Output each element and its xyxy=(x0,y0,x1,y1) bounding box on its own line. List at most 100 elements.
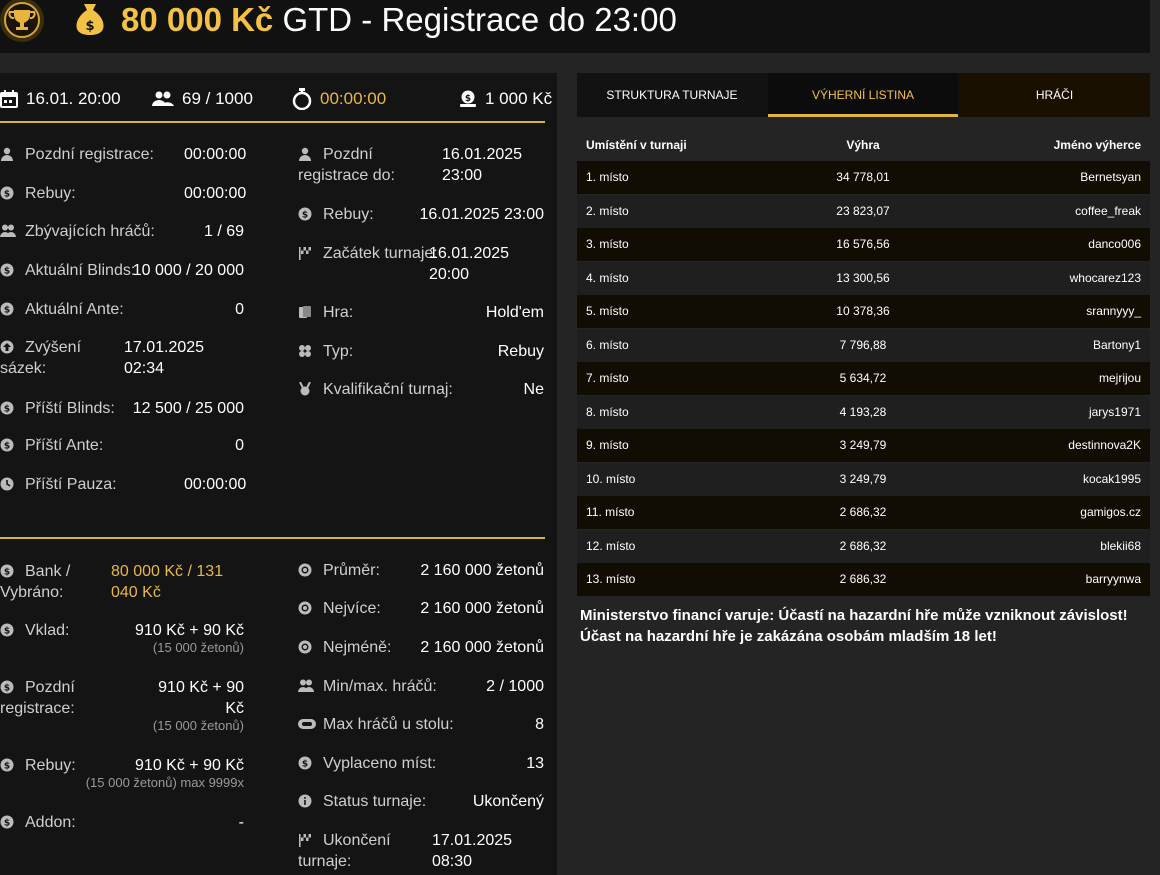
stat-label: Bank / Vybráno: xyxy=(0,563,71,601)
stat-value: 2 160 000 žetonů xyxy=(420,562,544,579)
stopwatch-icon xyxy=(292,88,312,110)
placement: 2. místo xyxy=(586,203,629,218)
start-date: 16.01. 20:00 xyxy=(0,89,121,109)
prize: 2 686,32 xyxy=(839,538,887,553)
stat-label: Příští Ante: xyxy=(25,437,104,454)
stat-value: 0 xyxy=(235,437,244,454)
tab-players[interactable]: HRÁČI xyxy=(959,73,1150,117)
winner-name: blekii68 xyxy=(1100,538,1141,553)
winner-name: barryynwa xyxy=(1085,572,1141,586)
prize: 2 686,32 xyxy=(839,505,887,519)
stat-value: 910 Kč + 90 Kč xyxy=(158,679,244,717)
winner-name: mejrijou xyxy=(1098,371,1141,385)
stat-label: Pozdní registrace do: xyxy=(298,146,395,184)
countdown-timer: 00:00:00 xyxy=(292,88,386,110)
players-count: 69 / 1000 xyxy=(152,89,253,109)
stat-label: Typ: xyxy=(323,343,354,360)
stat-label: Status turnaje: xyxy=(323,793,427,810)
stat-value: Ukončený xyxy=(472,793,544,810)
stat-subvalue: (15 000 žetonů) max 9999x xyxy=(85,775,244,790)
prize: 13 300,56 xyxy=(836,270,890,285)
divider xyxy=(0,537,545,539)
stat-value: 10 000 / 20 000 xyxy=(132,262,244,279)
winner-name: danco006 xyxy=(1088,237,1141,251)
stat-value: Rebuy xyxy=(497,343,544,360)
stat-value: Ne xyxy=(523,381,544,398)
stat-value: 80 000 Kč / 131 040 Kč xyxy=(111,563,224,601)
placement: 7. místo xyxy=(586,371,629,385)
stat-label: Příští Pauza: xyxy=(25,476,117,493)
winner-name: coffee_freak xyxy=(1075,203,1141,218)
svg-text:$: $ xyxy=(465,94,471,104)
table-row: 6. místo 7 796,88 Bartony1 xyxy=(577,328,1150,362)
stat-value: 1 / 69 xyxy=(203,223,244,240)
table-row: 4. místo 13 300,56 whocarez123 xyxy=(577,261,1150,295)
stat-value: 00:00:00 xyxy=(184,146,247,163)
prize: 23 823,07 xyxy=(836,203,890,218)
placement: 3. místo xyxy=(586,237,629,251)
tab-bar: STRUKTURA TURNAJE VÝHERNÍ LISTINA HRÁČI xyxy=(577,73,1150,117)
stat-label: Zvýšení sázek: xyxy=(0,339,82,377)
stat-label: Zbývajících hráčů: xyxy=(25,223,155,240)
winner-name: whocarez123 xyxy=(1069,270,1141,285)
stat-subvalue: (15 000 žetonů) xyxy=(152,640,244,655)
placement: 1. místo xyxy=(586,170,629,184)
page-title: 80 000 Kč GTD - Registrace do 23:00 xyxy=(121,0,677,40)
tournament-name: GTD - Registrace do 23:00 xyxy=(282,1,677,38)
tab-winner-list[interactable]: VÝHERNÍ LISTINA xyxy=(768,73,958,117)
stat-label: Vyplaceno míst: xyxy=(323,755,437,772)
stat-label: Rebuy: xyxy=(25,185,76,202)
prize: 16 576,56 xyxy=(836,237,890,251)
prize: 4 193,28 xyxy=(839,404,887,419)
svg-text:$: $ xyxy=(85,19,94,34)
tab-tournament-structure[interactable]: STRUKTURA TURNAJE xyxy=(577,73,767,117)
stat-value: 2 160 000 žetonů xyxy=(420,600,544,617)
table-row: 8. místo 4 193,28 jarys1971 xyxy=(577,395,1150,429)
users-icon xyxy=(152,91,174,106)
table-row: 7. místo 5 634,72 mejrijou xyxy=(577,362,1150,395)
trophy-logo-icon xyxy=(0,0,48,44)
stat-value: 00:00:00 xyxy=(184,185,247,202)
stat-value: 0 xyxy=(235,301,244,318)
prize-amount: 80 000 Kč xyxy=(121,1,274,38)
stat-value: 2 / 1000 xyxy=(486,678,544,695)
stat-label: Pozdní registrace: xyxy=(25,146,154,163)
table-row: 11. místo 2 686,32 gamigos.cz xyxy=(577,496,1150,529)
winner-name: Bartony1 xyxy=(1092,337,1141,352)
stat-label: Hra: xyxy=(323,304,354,321)
table-row: 10. místo 3 249,79 kocak1995 xyxy=(577,462,1150,496)
stat-label: Min/max. hráčů: xyxy=(323,678,437,695)
table-row: 3. místo 16 576,56 danco006 xyxy=(577,228,1150,261)
stat-label: Aktuální Ante: xyxy=(25,301,124,318)
winner-name: jarys1971 xyxy=(1088,404,1141,419)
stat-value: - xyxy=(238,814,244,831)
stat-label: Začátek turnaje: xyxy=(323,245,438,262)
winner-name: kocak1995 xyxy=(1082,471,1141,486)
stat-value: 12 500 / 25 000 xyxy=(132,400,244,417)
prize: 10 378,36 xyxy=(836,304,890,318)
table-row: 5. místo 10 378,36 srannyyy_ xyxy=(577,295,1150,328)
prize: 7 796,88 xyxy=(839,337,887,352)
placement: 11. místo xyxy=(586,505,635,519)
stat-label: Rebuy: xyxy=(25,757,76,774)
stat-value: Hold'em xyxy=(485,304,544,321)
table-row: 13. místo 2 686,32 barryynwa xyxy=(577,563,1150,596)
stat-label: Max hráčů u stolu: xyxy=(323,716,454,733)
placement: 5. místo xyxy=(586,304,629,318)
stat-value: 8 xyxy=(535,716,544,733)
prize: 34 778,01 xyxy=(836,170,890,184)
prize: 5 634,72 xyxy=(839,371,887,385)
winner-name: destinnova2K xyxy=(1068,438,1141,452)
stat-label: Ukončení turnaje: xyxy=(298,832,391,870)
placement: 8. místo xyxy=(586,404,629,419)
stat-value: 16.01.2025 23:00 xyxy=(419,206,544,223)
stat-value: 910 Kč + 90 Kč xyxy=(135,622,244,639)
winner-name: Bernetsyan xyxy=(1080,170,1141,184)
stat-value: 17.01.2025 02:34 xyxy=(124,339,205,377)
prize: 3 249,79 xyxy=(839,471,887,486)
stat-subvalue: (15 000 žetonů) xyxy=(152,718,244,733)
placement: 12. místo xyxy=(586,538,636,553)
table-row: 9. místo 3 249,79 destinnova2K xyxy=(577,429,1150,462)
table-row: 1. místo 34 778,01 Bernetsyan xyxy=(577,161,1150,194)
table-header: Umístění v turnaji Výhra Jméno výherce xyxy=(586,138,1141,152)
